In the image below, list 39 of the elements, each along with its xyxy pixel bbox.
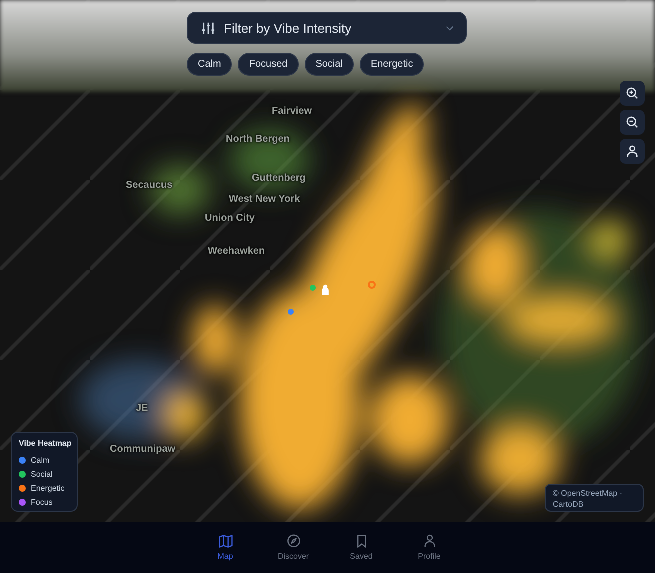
map-marker[interactable]: [368, 281, 376, 289]
map-icon: [218, 534, 232, 549]
nav-tab[interactable]: Map: [200, 534, 250, 561]
nav-tab[interactable]: Saved: [336, 534, 386, 561]
place-label: West New York: [229, 194, 300, 205]
compass-icon: [286, 534, 300, 549]
place-label: Secaucus: [126, 180, 173, 191]
filter-dropdown[interactable]: Filter by Vibe Intensity: [187, 12, 467, 44]
zoom-in-icon: [626, 87, 639, 100]
place-label: North Bergen: [226, 134, 290, 145]
place-label: Union City: [205, 213, 255, 224]
legend-label: Energetic: [31, 484, 65, 492]
map-background[interactable]: [0, 0, 655, 522]
place-label: Guttenberg: [252, 173, 306, 184]
place-label: Weehawken: [208, 246, 266, 257]
map-attribution: © OpenStreetMap · CartoDB: [545, 484, 644, 512]
nav-tab[interactable]: Profile: [404, 534, 454, 561]
zoom-out-button[interactable]: [620, 110, 645, 135]
vibe-chip[interactable]: Social: [304, 53, 354, 76]
legend-label: Focus: [31, 498, 53, 506]
person-icon: [422, 534, 436, 549]
vibe-chip[interactable]: Calm: [187, 53, 232, 76]
vibe-chip[interactable]: Focused: [238, 53, 299, 76]
place-label: Communipaw: [110, 444, 176, 455]
legend-label: Social: [31, 470, 53, 478]
legend-title: Vibe Heatmap: [19, 439, 70, 448]
zoom-out-icon: [626, 116, 639, 129]
person-icon: [626, 145, 639, 158]
sliders-icon: [202, 22, 215, 34]
person-marker-icon: [321, 284, 330, 296]
zoom-in-button[interactable]: [620, 81, 645, 106]
locate-user-button[interactable]: [620, 139, 645, 164]
place-label: Fairview: [272, 106, 312, 117]
legend-label: Calm: [31, 456, 50, 464]
chevron-down-icon: [446, 26, 454, 30]
nav-tab[interactable]: Discover: [268, 534, 318, 561]
bookmark-icon: [354, 534, 368, 549]
vibe-chip[interactable]: Energetic: [360, 53, 424, 76]
place-label: JE: [136, 403, 148, 414]
